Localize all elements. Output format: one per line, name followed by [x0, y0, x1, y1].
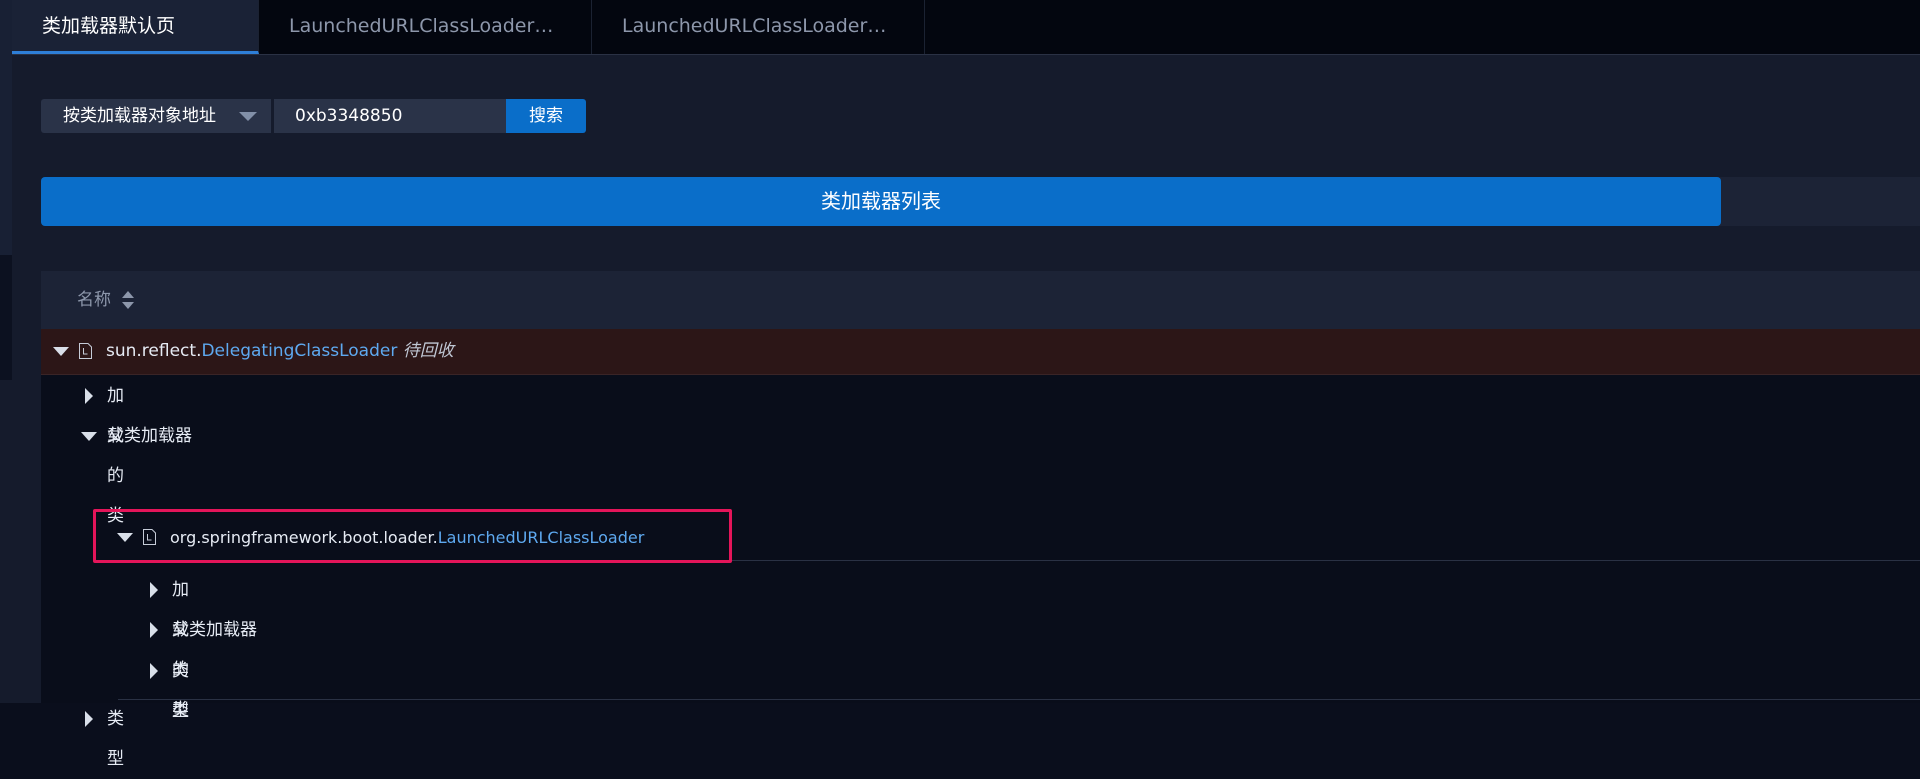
pending-gc-tag: 待回收 [402, 341, 454, 361]
tree-item-label: 类型 [172, 661, 189, 721]
left-edge-segment [0, 255, 12, 380]
sort-ascending-icon [122, 291, 134, 298]
caret-right-icon[interactable] [150, 582, 158, 598]
class-name-link[interactable]: DelegatingClassLoader [201, 341, 397, 361]
package-name: sun.reflect. [106, 341, 202, 361]
divider [118, 699, 1920, 700]
list-header-banner: 类加载器列表 [41, 177, 1721, 226]
search-input[interactable] [274, 99, 506, 133]
column-header-name: 名称 [77, 290, 111, 310]
table-row[interactable]: sun.reflect.DelegatingClassLoader 待回收 [41, 329, 1920, 375]
file-icon [79, 343, 92, 359]
search-bar: 按类加载器对象地址 搜索 [41, 99, 586, 133]
chevron-down-icon [239, 112, 257, 121]
search-button[interactable]: 搜索 [506, 99, 586, 133]
tree-item-label: 类型 [107, 709, 124, 769]
left-edge-strip [0, 0, 12, 703]
caret-right-icon[interactable] [85, 388, 93, 404]
highlight-annotation [93, 509, 732, 563]
sort-icon[interactable] [121, 291, 135, 311]
list-header-track: 类加载器列表 [41, 177, 1920, 226]
sort-descending-icon [122, 302, 134, 309]
caret-right-icon[interactable] [150, 663, 158, 679]
tree-item-label: 父类加载器 [107, 426, 192, 446]
caret-down-icon[interactable] [81, 432, 97, 441]
caret-right-icon[interactable] [150, 622, 158, 638]
left-edge-segment [0, 0, 12, 255]
tab-launched-loader-2[interactable]: LaunchedURLClassLoader@... [592, 0, 925, 54]
tab-launched-loader-1[interactable]: LaunchedURLClassLoader@... [259, 0, 592, 54]
tree-item-label: 父类加载器 [172, 620, 257, 640]
table-header: 名称 [41, 271, 1920, 329]
tab-bar: 类加载器默认页 LaunchedURLClassLoader@... Launc… [12, 0, 1920, 55]
classloader-table: 名称 sun.reflect.DelegatingClassLoader 待回收… [41, 271, 1920, 769]
search-mode-label: 按类加载器对象地址 [63, 106, 216, 126]
caret-down-icon[interactable] [53, 347, 69, 356]
left-edge-segment [0, 380, 12, 703]
search-mode-select[interactable]: 按类加载器对象地址 [41, 99, 271, 133]
caret-right-icon[interactable] [85, 711, 93, 727]
row-title: sun.reflect.DelegatingClassLoader 待回收 [106, 329, 454, 374]
main-panel: 按类加载器对象地址 搜索 类加载器列表 名称 sun.reflect.Deleg… [12, 55, 1920, 769]
tab-default[interactable]: 类加载器默认页 [12, 0, 259, 54]
